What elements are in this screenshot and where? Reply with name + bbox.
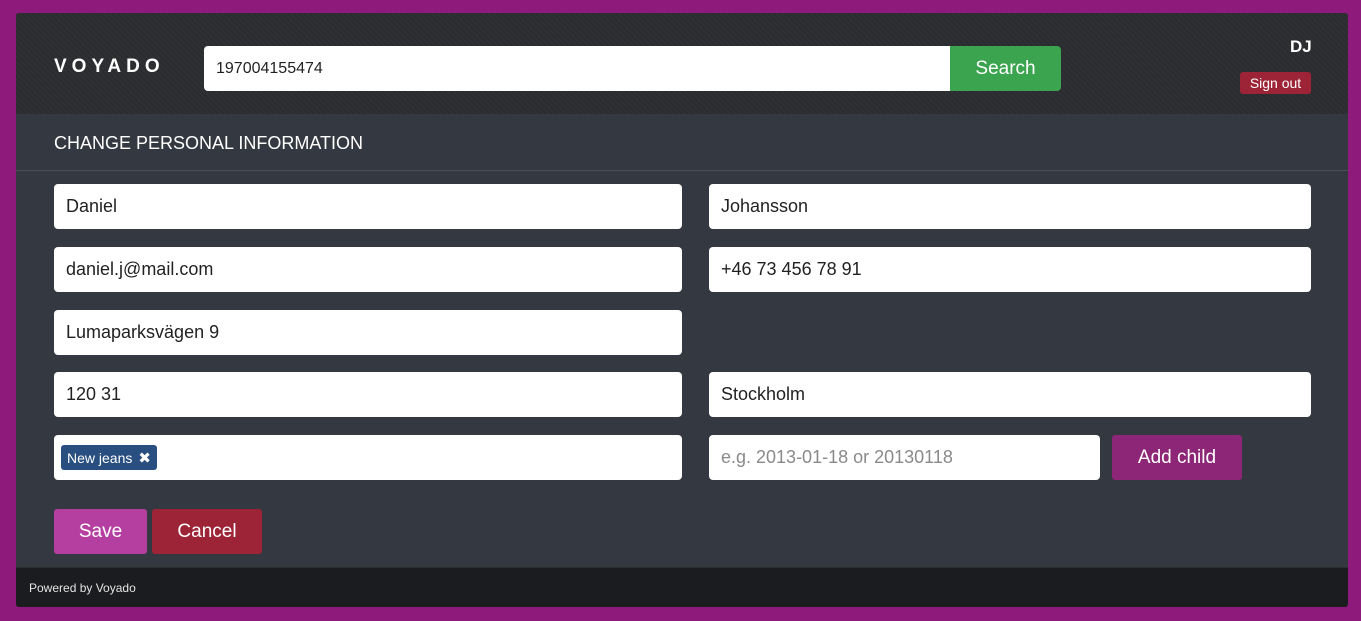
search-button[interactable]: Search xyxy=(950,46,1061,91)
tags-input[interactable]: New jeans ✖ xyxy=(54,435,682,480)
tag-chip: New jeans ✖ xyxy=(61,445,157,470)
app-window: VOYADO Search DJ Sign out CHANGE PERSONA… xyxy=(16,13,1348,607)
footer: Powered by Voyado xyxy=(16,567,1348,607)
city-field[interactable] xyxy=(709,372,1311,417)
footer-text: Powered by Voyado xyxy=(29,581,136,595)
sign-out-button[interactable]: Sign out xyxy=(1240,72,1311,94)
add-child-button[interactable]: Add child xyxy=(1112,435,1242,480)
remove-tag-icon[interactable]: ✖ xyxy=(138,449,151,467)
tag-label: New jeans xyxy=(67,449,133,466)
street-address-field[interactable] xyxy=(54,310,682,355)
title-bar: CHANGE PERSONAL INFORMATION xyxy=(16,114,1348,171)
email-field[interactable] xyxy=(54,247,682,292)
search-input[interactable] xyxy=(204,46,950,91)
first-name-field[interactable] xyxy=(54,184,682,229)
page-title: CHANGE PERSONAL INFORMATION xyxy=(54,133,364,153)
zip-code-field[interactable] xyxy=(54,372,682,417)
voyado-logo[interactable]: VOYADO xyxy=(54,56,165,78)
cancel-button[interactable]: Cancel xyxy=(152,509,262,554)
phone-field[interactable] xyxy=(709,247,1311,292)
last-name-field[interactable] xyxy=(709,184,1311,229)
header: VOYADO Search DJ Sign out xyxy=(16,13,1348,114)
child-birthdate-field[interactable] xyxy=(709,435,1100,480)
save-button[interactable]: Save xyxy=(54,509,147,554)
user-initials: DJ xyxy=(1290,37,1312,56)
search-bar: Search xyxy=(204,46,1061,91)
